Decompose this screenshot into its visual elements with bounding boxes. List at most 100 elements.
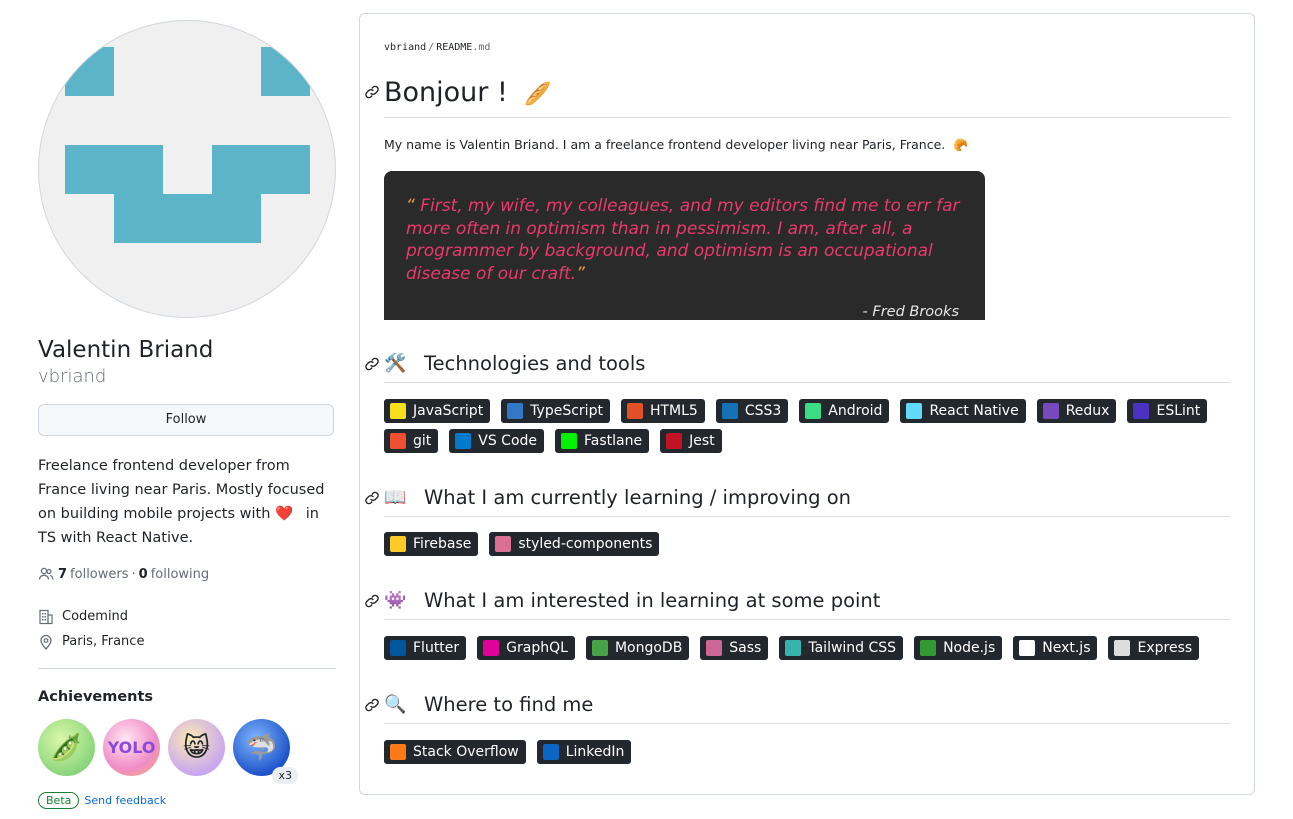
quote-author: - Fred Brooks bbox=[862, 304, 959, 320]
badge-label: Node.js bbox=[943, 640, 996, 656]
croissant-icon: 🥐 bbox=[953, 138, 969, 152]
badge-label: Android bbox=[828, 403, 883, 419]
send-feedback-link[interactable]: Send feedback bbox=[84, 794, 166, 807]
follow-stats: 7 followers · 0 following bbox=[38, 566, 336, 582]
graphql-badge[interactable]: GraphQL bbox=[477, 636, 575, 660]
profile-login: vbriand bbox=[38, 366, 107, 387]
css3-icon bbox=[721, 403, 738, 419]
section-rule bbox=[384, 382, 1230, 383]
anchor-link-icon[interactable] bbox=[364, 84, 380, 100]
nodejs-icon bbox=[920, 640, 937, 656]
readme-title-text: Bonjour ! bbox=[384, 77, 508, 108]
eslint-icon bbox=[1133, 403, 1150, 419]
android-badge[interactable]: Android bbox=[799, 399, 890, 423]
profile-full-name: Valentin Briand bbox=[38, 337, 214, 363]
react-icon bbox=[906, 403, 923, 419]
anchor-link-icon[interactable] bbox=[364, 697, 380, 713]
fastlane-badge[interactable]: Fastlane bbox=[555, 429, 650, 453]
badge-label: LinkedIn bbox=[565, 744, 625, 760]
vscode-badge[interactable]: VS Code bbox=[449, 429, 545, 453]
section-rule bbox=[384, 516, 1230, 517]
followers-link[interactable]: 7 followers bbox=[54, 567, 129, 582]
badge-label: Firebase bbox=[413, 536, 472, 552]
stats-separator: · bbox=[131, 566, 136, 582]
badge-label: git bbox=[413, 433, 432, 449]
section-rule bbox=[384, 723, 1230, 724]
nodejs-badge[interactable]: Node.js bbox=[914, 636, 1003, 660]
profile-sidebar: Valentin Briand vbriand Follow Freelance… bbox=[38, 20, 336, 809]
sass-badge[interactable]: Sass bbox=[700, 636, 769, 660]
breadcrumb-owner[interactable]: vbriand bbox=[384, 42, 426, 53]
intro-text: My name is Valentin Briand. I am a freel… bbox=[384, 137, 946, 152]
company-item: Codemind bbox=[38, 604, 336, 629]
mongodb-badge[interactable]: MongoDB bbox=[585, 636, 690, 660]
pair-extraordinaire-badge[interactable]: 🫛 bbox=[38, 719, 95, 776]
readme-title: Bonjour ! 🥖 bbox=[384, 76, 552, 112]
nextjs-badge[interactable]: Next.js bbox=[1013, 636, 1098, 660]
section-rule bbox=[384, 619, 1230, 620]
badge-label: React Native bbox=[929, 403, 1019, 419]
achievements-list: 🫛 YOLO 😸 🦈 x3 bbox=[38, 719, 336, 784]
jest-badge[interactable]: Jest bbox=[660, 429, 722, 453]
git-badge[interactable]: git bbox=[384, 429, 439, 453]
quickdraw-badge[interactable]: 😸 bbox=[168, 719, 225, 776]
js-badge[interactable]: JavaScript bbox=[384, 399, 491, 423]
tailwind-badge[interactable]: Tailwind CSS bbox=[779, 636, 904, 660]
following-count: 0 bbox=[138, 566, 148, 582]
html5-badge[interactable]: HTML5 bbox=[620, 399, 705, 423]
section-heading-find: 🔍 Where to find me bbox=[384, 692, 593, 718]
react-badge[interactable]: React Native bbox=[900, 399, 1026, 423]
html5-icon bbox=[626, 403, 643, 419]
find-badges: Stack Overflow LinkedIn bbox=[384, 740, 1244, 770]
section-heading-learning: 📖 What I am currently learning / improvin… bbox=[384, 485, 851, 511]
ts-badge[interactable]: TypeScript bbox=[501, 399, 610, 423]
linkedin-badge[interactable]: LinkedIn bbox=[536, 740, 632, 764]
learning-badges: Firebase styled-components bbox=[384, 532, 1244, 562]
yolo-badge[interactable]: YOLO bbox=[103, 719, 160, 776]
achievements-beta-row: Beta Send feedback bbox=[38, 792, 336, 809]
heart-icon: ❤️ bbox=[275, 506, 294, 522]
followers-label: followers bbox=[70, 566, 129, 582]
breadcrumb-file-ext: .md bbox=[472, 42, 491, 53]
achievement-multiplier: x3 bbox=[272, 767, 298, 784]
pull-shark-badge[interactable]: 🦈 x3 bbox=[233, 719, 298, 784]
flutter-badge[interactable]: Flutter bbox=[384, 636, 467, 660]
badge-label: Tailwind CSS bbox=[808, 640, 897, 656]
firebase-badge[interactable]: Firebase bbox=[384, 532, 479, 556]
eslint-badge[interactable]: ESLint bbox=[1127, 399, 1208, 423]
css3-badge[interactable]: CSS3 bbox=[715, 399, 789, 423]
badge-label: Express bbox=[1137, 640, 1193, 656]
git-icon bbox=[390, 433, 406, 449]
vscode-icon bbox=[455, 433, 472, 449]
badge-label: Next.js bbox=[1042, 640, 1091, 656]
redux-icon bbox=[1042, 403, 1059, 419]
anchor-link-icon[interactable] bbox=[364, 593, 380, 609]
flutter-icon bbox=[390, 640, 406, 656]
express-icon bbox=[1114, 640, 1131, 656]
anchor-link-icon[interactable] bbox=[364, 356, 380, 372]
nextjs-icon bbox=[1019, 640, 1036, 656]
avatar[interactable] bbox=[38, 20, 336, 318]
styled-components-badge[interactable]: styled-components bbox=[489, 532, 660, 556]
section-heading-tech: 🛠️ Technologies and tools bbox=[384, 351, 645, 377]
redux-badge[interactable]: Redux bbox=[1036, 399, 1117, 423]
quote-text: “ First, my wife, my colleagues, and my … bbox=[406, 195, 966, 285]
interested-badges: Flutter GraphQL MongoDB Sass Tailwind CSS Nod… bbox=[384, 636, 1244, 666]
location-item: Paris, France bbox=[38, 629, 336, 654]
badge-label: GraphQL bbox=[506, 640, 568, 656]
badge-label: Redux bbox=[1065, 403, 1110, 419]
section-title-find: Where to find me bbox=[424, 693, 594, 716]
followers-count: 7 bbox=[58, 566, 68, 582]
breadcrumb-file-base[interactable]: README bbox=[436, 42, 472, 53]
tech-badges: JavaScript TypeScript HTML5 CSS3 Android Reac… bbox=[384, 399, 1244, 459]
badge-label: Flutter bbox=[413, 640, 460, 656]
profile-bio: Freelance frontend developer from France… bbox=[38, 454, 330, 550]
express-badge[interactable]: Express bbox=[1108, 636, 1200, 660]
styled-components-icon bbox=[495, 536, 512, 552]
stackoverflow-badge[interactable]: Stack Overflow bbox=[384, 740, 526, 764]
following-link[interactable]: 0 following bbox=[139, 567, 210, 582]
section-title-learning: What I am currently learning / improving… bbox=[424, 486, 852, 509]
sidebar-divider bbox=[38, 668, 336, 669]
follow-button[interactable]: Follow bbox=[38, 404, 334, 436]
anchor-link-icon[interactable] bbox=[364, 490, 380, 506]
